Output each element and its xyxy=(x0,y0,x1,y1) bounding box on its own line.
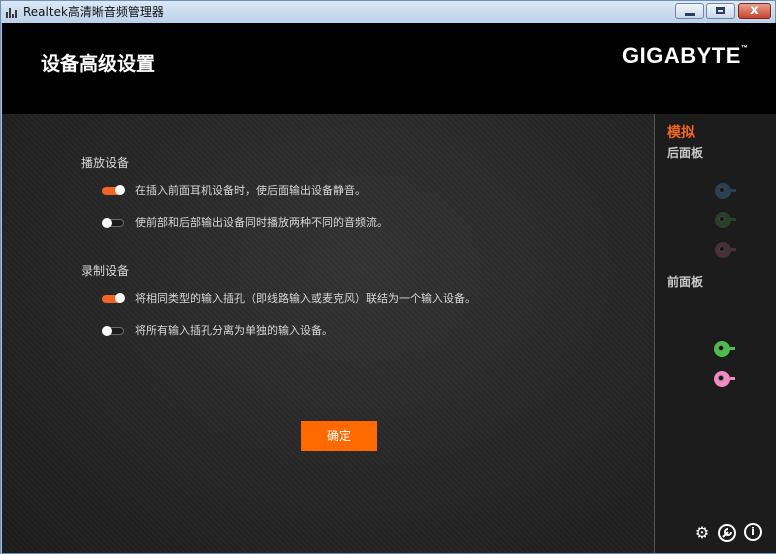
app-window: Realtek高清晰音频管理器 x 设备高级设置 GIGABYTE™ 播放设备 … xyxy=(0,0,776,554)
join-inputs-label: 将相同类型的输入插孔（即线路输入或麦克风）联结为一个输入设备。 xyxy=(135,292,476,305)
recording-section-label: 录制设备 xyxy=(81,264,130,278)
close-button[interactable]: x xyxy=(738,3,771,19)
rear-line-in-jack[interactable] xyxy=(715,183,736,199)
rear-mic-in-jack[interactable] xyxy=(715,242,736,258)
rear-panel-label: 后面板 xyxy=(667,146,704,160)
rear-line-out-jack[interactable] xyxy=(715,212,736,228)
gear-icon[interactable]: ⚙ xyxy=(693,524,711,542)
minimize-icon xyxy=(685,13,695,16)
maximize-icon xyxy=(716,7,725,14)
page-title: 设备高级设置 xyxy=(41,53,156,75)
gigabyte-logo: GIGABYTE™ xyxy=(622,43,749,68)
header-bar: 设备高级设置 GIGABYTE™ xyxy=(2,23,776,114)
front-headphone-jack[interactable] xyxy=(714,341,735,357)
connector-panel: 模拟 后面板 前面板 xyxy=(655,114,776,553)
info-icon[interactable]: i xyxy=(744,523,762,541)
mute-rear-label: 在插入前面耳机设备时，使后面输出设备静音。 xyxy=(135,184,366,197)
playback-section-label: 播放设备 xyxy=(81,156,130,170)
maximize-button[interactable] xyxy=(706,3,735,19)
close-icon: x xyxy=(750,3,759,18)
speaker-app-icon xyxy=(5,5,19,19)
join-inputs-toggle[interactable] xyxy=(102,293,125,303)
settings-panel: 播放设备 在插入前面耳机设备时，使后面输出设备静音。 使前部和后部输出设备同时播… xyxy=(2,114,654,553)
separate-inputs-toggle[interactable] xyxy=(102,326,124,336)
mute-rear-toggle[interactable] xyxy=(102,185,125,195)
app-content: 设备高级设置 GIGABYTE™ 播放设备 在插入前面耳机设备时，使后面输出设备… xyxy=(2,23,776,553)
minimize-button[interactable] xyxy=(675,3,704,19)
title-bar[interactable]: Realtek高清晰音频管理器 x xyxy=(1,1,775,23)
analog-title: 模拟 xyxy=(667,125,695,141)
front-mic-jack[interactable] xyxy=(714,371,735,387)
wrench-icon[interactable] xyxy=(718,524,736,542)
dual-stream-label: 使前部和后部输出设备同时播放两种不同的音频流。 xyxy=(135,216,388,229)
window-title: Realtek高清晰音频管理器 xyxy=(23,5,164,19)
front-panel-label: 前面板 xyxy=(667,275,704,289)
dual-stream-toggle[interactable] xyxy=(102,218,124,228)
separate-inputs-label: 将所有输入插孔分离为单独的输入设备。 xyxy=(135,324,333,337)
ok-button[interactable]: 确定 xyxy=(301,421,377,451)
